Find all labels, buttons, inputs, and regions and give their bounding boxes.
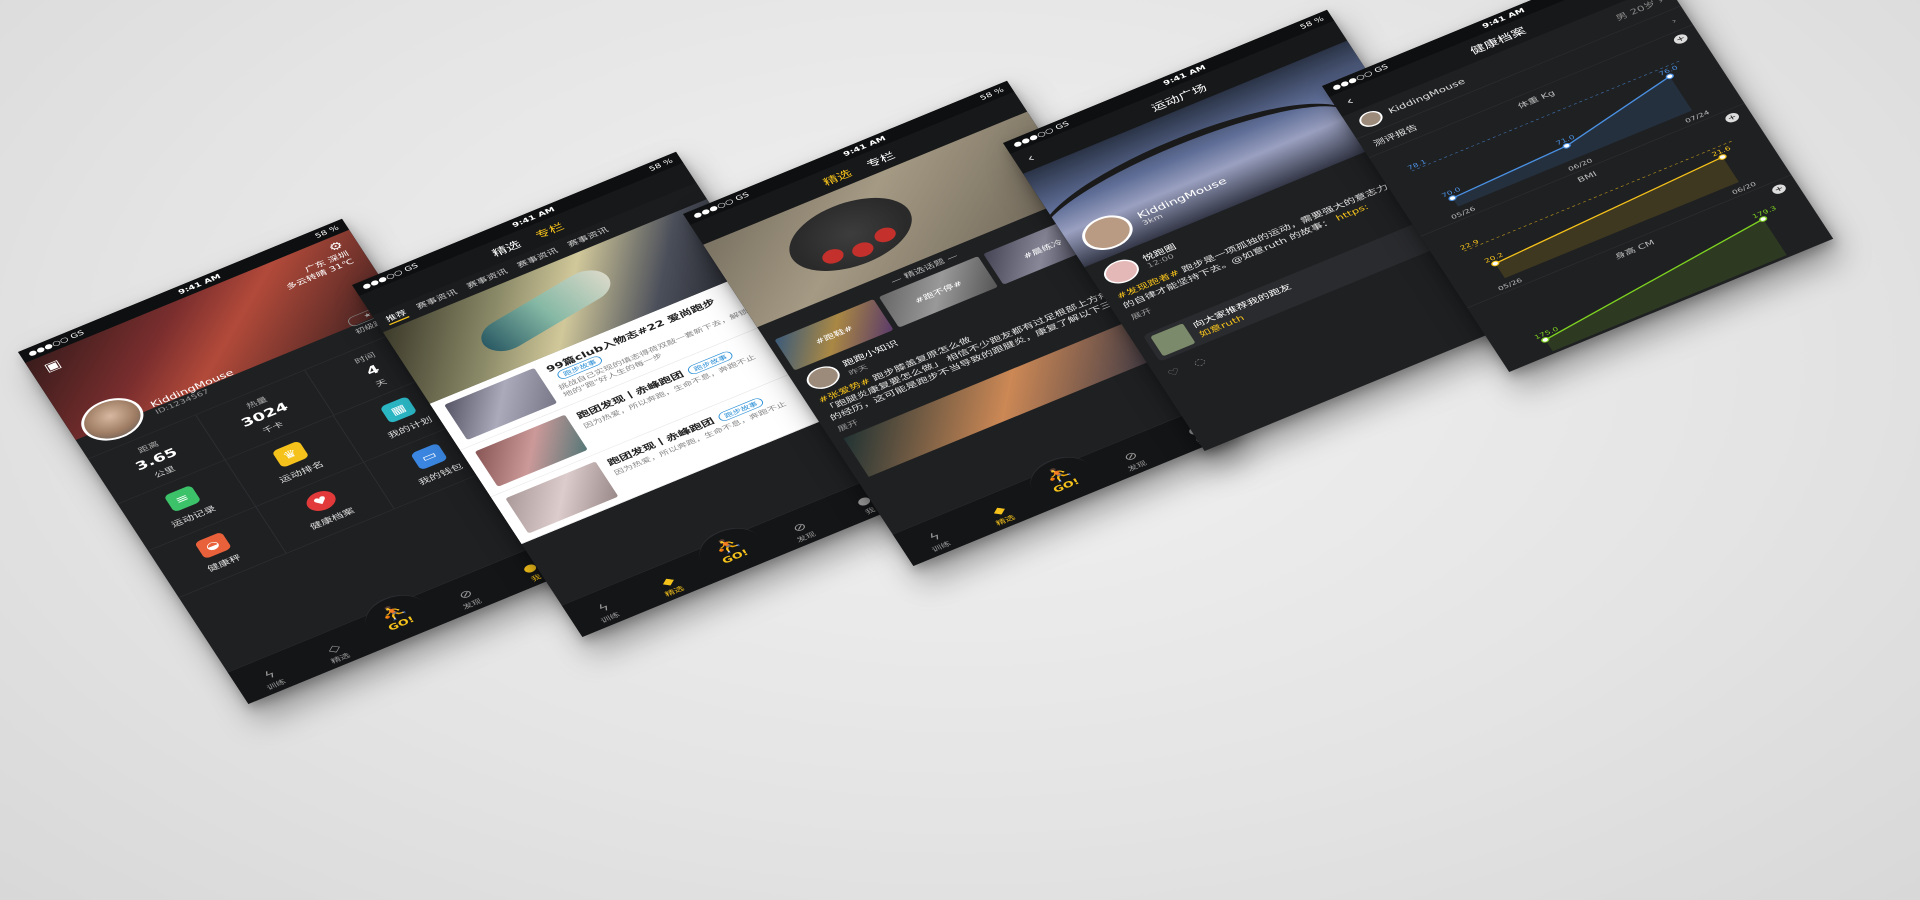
chevron-right-icon: › [1669, 15, 1679, 26]
tab-train[interactable]: ϟ 训练 [240, 659, 306, 699]
x-tick-label: 05/26 [1544, 350, 1571, 366]
go-button[interactable]: ⛹ GO! [1021, 448, 1103, 509]
go-button[interactable]: ⛹ GO! [356, 586, 438, 647]
shared-thumbnail [1150, 323, 1196, 357]
tab-featured[interactable]: ◇ 精选 [304, 632, 370, 672]
go-button[interactable]: ⛹ GO! [690, 519, 772, 580]
avatar [1355, 107, 1387, 130]
tab-train[interactable]: ϟ 训练 [574, 592, 640, 632]
gender-label: 男 [1613, 10, 1630, 23]
reference-label: 78.1 [1406, 158, 1428, 171]
reference-label: 22.9 [1458, 238, 1480, 251]
tab-featured[interactable]: ◆ 精选 [638, 565, 704, 605]
tab-discover[interactable]: ⊘ 发现 [436, 578, 502, 618]
comment-icon[interactable]: ◌ [1191, 356, 1208, 369]
tab-discover[interactable]: ⊘ 发现 [770, 511, 836, 551]
calendar-check-icon[interactable]: ▣ [41, 357, 64, 375]
mockup-stage: ●●●○○ GS 9:41 AM 58 % ▣ ⚙ 广东 深圳 多云转晴 31℃… [0, 0, 1920, 900]
tab-bar: ϟ 训练 ◇ 精选 ⛹ GO! ⊘ 发现 ● 我 [227, 538, 573, 704]
location-weather: 广东 深圳 多云转晴 31℃ [279, 249, 356, 292]
tab-train[interactable]: ϟ 训练 [905, 521, 971, 561]
back-icon[interactable]: ‹ [1343, 94, 1357, 108]
tab-featured[interactable]: ◆ 精选 [969, 494, 1035, 534]
like-icon[interactable]: ♡ [1166, 366, 1183, 379]
post-author: 悦跑圈 12:00 [1140, 241, 1182, 270]
tab-discover[interactable]: ⊘ 发现 [1101, 440, 1167, 480]
back-icon[interactable]: ‹ [1024, 151, 1038, 165]
age-label: 20岁 [1627, 0, 1658, 17]
